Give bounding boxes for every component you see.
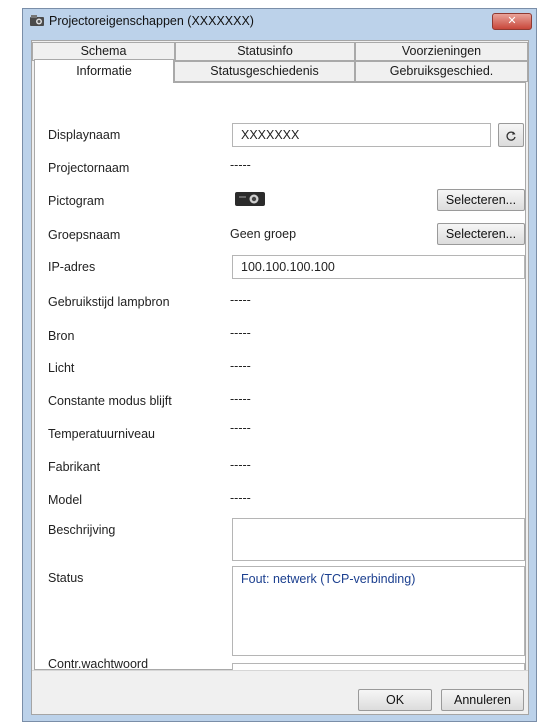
tab-statusgeschiedenis[interactable]: Statusgeschiedenis: [174, 61, 355, 82]
footer-divider: [32, 670, 528, 671]
model-label: Model: [48, 493, 83, 507]
tab-gebruiksgeschiedenis[interactable]: Gebruiksgeschied.: [355, 61, 528, 82]
group-select-button[interactable]: Selecteren...: [437, 223, 525, 245]
status-box: Fout: netwerk (TCP-verbinding): [232, 566, 525, 656]
manufacturer-value: -----: [230, 458, 251, 472]
lamp-hours-value: -----: [230, 293, 251, 307]
ip-address-label: IP-adres: [48, 260, 96, 274]
light-value: -----: [230, 359, 251, 373]
tab-statusinfo[interactable]: Statusinfo: [175, 42, 355, 61]
icon-label: Pictogram: [48, 194, 105, 208]
projector-properties-icon: [30, 15, 44, 26]
title-bar[interactable]: Projectoreigenschappen (XXXXXXX) ✕: [23, 9, 536, 33]
icon-select-button[interactable]: Selecteren...: [437, 189, 525, 211]
projector-name-label: Projectornaam: [48, 161, 130, 175]
lamp-hours-label: Gebruikstijd lampbron: [48, 295, 170, 309]
source-label: Bron: [48, 329, 75, 343]
tab-voorzieningen[interactable]: Voorzieningen: [355, 42, 528, 61]
description-field[interactable]: [232, 518, 525, 561]
close-button[interactable]: ✕: [492, 13, 532, 30]
ok-button[interactable]: OK: [358, 689, 432, 711]
tab-informatie[interactable]: Informatie: [34, 59, 174, 83]
light-label: Licht: [48, 361, 75, 375]
group-name-value: Geen groep: [230, 227, 297, 241]
constant-mode-label: Constante modus blijft: [48, 394, 172, 408]
dialog-body: Schema Statusinfo Voorzieningen Informat…: [31, 40, 529, 715]
source-value: -----: [230, 326, 251, 340]
description-label: Beschrijving: [48, 523, 116, 537]
cancel-button[interactable]: Annuleren: [441, 689, 524, 711]
constant-mode-value: -----: [230, 392, 251, 406]
projector-name-value: -----: [230, 158, 251, 172]
projector-icon: [235, 192, 265, 206]
display-name-label: Displaynaam: [48, 128, 121, 142]
status-text: Fout: netwerk (TCP-verbinding): [241, 572, 416, 586]
refresh-icon: [506, 131, 516, 141]
control-password-label: Contr.wachtwoord: [48, 657, 149, 671]
projector-properties-window: Projectoreigenschappen (XXXXXXX) ✕ Schem…: [22, 8, 537, 722]
status-label: Status: [48, 571, 84, 585]
temperature-value: -----: [230, 421, 251, 435]
refresh-button[interactable]: [498, 123, 524, 147]
window-title: Projectoreigenschappen (XXXXXXX): [49, 14, 254, 28]
ip-address-field[interactable]: 100.100.100.100: [232, 255, 525, 279]
model-value: -----: [230, 491, 251, 505]
information-panel: Displaynaam XXXXXXX Projectornaam ----- …: [34, 82, 526, 671]
manufacturer-label: Fabrikant: [48, 460, 101, 474]
group-name-label: Groepsnaam: [48, 228, 121, 242]
temperature-label: Temperatuurniveau: [48, 427, 156, 441]
display-name-field[interactable]: XXXXXXX: [232, 123, 491, 147]
